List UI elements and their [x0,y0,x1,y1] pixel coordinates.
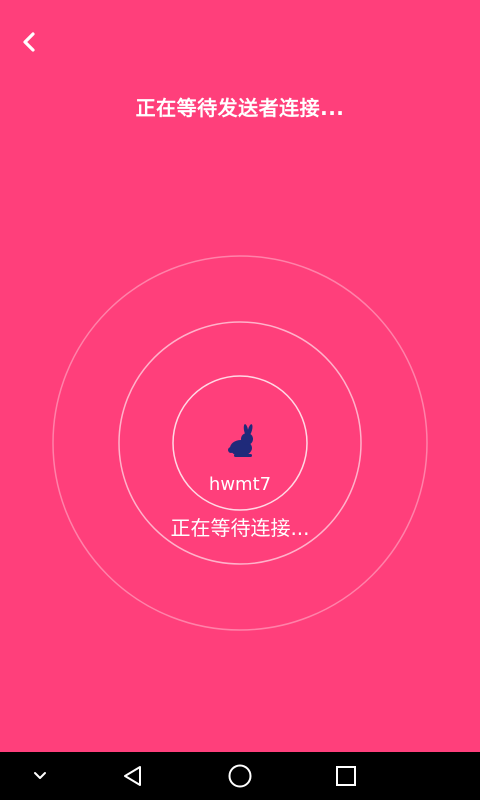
system-nav-bar [0,752,480,800]
screen: 正在等待发送者连接... hwmt7 正在等待连接... [0,0,480,800]
page-title: 正在等待发送者连接... [135,96,345,120]
receiver-name: hwmt7 [208,474,272,495]
nav-collapse-button[interactable] [20,752,60,800]
recents-square-icon [336,766,356,786]
back-triangle-icon [124,766,141,786]
back-button[interactable] [12,24,48,60]
rabbit-icon[interactable] [222,424,258,460]
nav-back-button[interactable] [113,752,153,800]
nav-home-button[interactable] [220,752,260,800]
chevron-down-icon [34,772,46,779]
nav-recents-button[interactable] [326,752,366,800]
home-circle-icon [228,764,252,788]
back-chevron-icon [23,32,35,52]
receiver-status: 正在等待连接... [170,516,310,540]
